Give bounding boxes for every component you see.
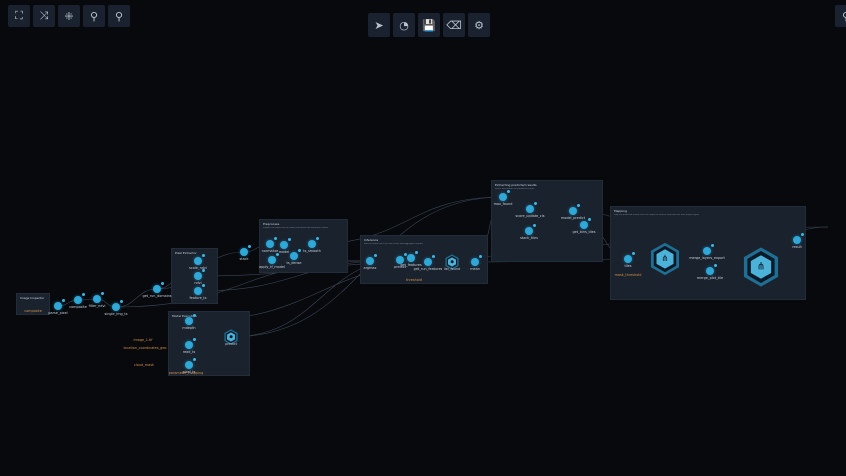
group-title: Preprocess bbox=[263, 222, 280, 226]
graph-node[interactable] bbox=[308, 237, 319, 248]
graph-node[interactable] bbox=[185, 358, 196, 369]
cube-icon: ⬢ bbox=[447, 257, 457, 267]
group-title: Pixel Extractor bbox=[175, 251, 197, 255]
node-label: ndvi bbox=[194, 281, 202, 285]
node-label: ts_dense bbox=[286, 261, 302, 265]
graph-node[interactable] bbox=[153, 282, 164, 293]
group-title: Inference bbox=[364, 238, 379, 242]
node-label: feature_ts bbox=[189, 296, 207, 300]
node-label: apply_tf_model bbox=[259, 265, 285, 269]
node-label: filter_ndvi bbox=[88, 304, 106, 308]
graph-node[interactable] bbox=[194, 284, 205, 295]
node-label: get_run_domains bbox=[142, 294, 172, 298]
group-description: Prepare the inputs for the model executi… bbox=[263, 227, 328, 229]
node-label: single_img_ts bbox=[104, 312, 128, 316]
graph-node[interactable] bbox=[569, 204, 580, 215]
graph-node[interactable] bbox=[624, 252, 635, 263]
graph-node[interactable] bbox=[112, 300, 123, 311]
parameter-input[interactable]: location_coordinates_geo bbox=[123, 346, 166, 350]
node-label: score_update_cls bbox=[515, 214, 545, 218]
group-description: Run the model over the time series and a… bbox=[364, 243, 423, 245]
node-label: mdepth bbox=[182, 326, 196, 330]
group-title: Extracting predicted results bbox=[495, 183, 537, 187]
graph-node[interactable] bbox=[706, 264, 717, 275]
graph-node[interactable] bbox=[185, 338, 196, 349]
graph-node[interactable] bbox=[290, 249, 301, 260]
node-label: model_predict bbox=[560, 216, 586, 220]
graph-node[interactable] bbox=[74, 293, 85, 304]
cube-icon: ⬢ bbox=[226, 332, 236, 342]
group-description: Map the predicted results over the regio… bbox=[614, 214, 700, 216]
node-label: merge_layers_export bbox=[689, 256, 725, 260]
graph-node[interactable] bbox=[266, 237, 277, 248]
graph-node[interactable] bbox=[580, 218, 591, 229]
node-label: merge_plot_tile bbox=[696, 276, 724, 280]
node-label: read_ts bbox=[182, 350, 196, 354]
graph-node[interactable] bbox=[366, 254, 377, 265]
node-label: stack_tiles bbox=[520, 236, 538, 240]
parameter-input[interactable]: cloud_mask bbox=[134, 363, 154, 367]
model-icon: ⋔ bbox=[656, 249, 674, 269]
parameter-input[interactable]: mask_threshold bbox=[615, 273, 642, 277]
graph-node[interactable] bbox=[471, 255, 482, 266]
parameter-input[interactable]: image_1.tif bbox=[134, 338, 153, 342]
graph-node[interactable] bbox=[280, 238, 291, 249]
node-label: list_found bbox=[443, 267, 461, 271]
graph-node[interactable] bbox=[194, 269, 205, 280]
graph-node[interactable] bbox=[424, 255, 435, 266]
node-label: tiles bbox=[624, 264, 632, 268]
graph-node[interactable] bbox=[240, 245, 251, 256]
node-label: get_bins_tiles bbox=[572, 230, 596, 234]
graph-node[interactable] bbox=[499, 190, 510, 201]
graph-node[interactable] bbox=[526, 202, 537, 213]
edge bbox=[115, 288, 158, 308]
graph-node[interactable] bbox=[185, 314, 196, 325]
group-title: Mapping bbox=[614, 209, 627, 213]
node-label: stack bbox=[239, 257, 249, 261]
group-title: Image Inspector bbox=[20, 296, 45, 300]
graph-node[interactable] bbox=[54, 299, 65, 310]
parameter-input[interactable]: threshold bbox=[406, 278, 422, 282]
graph-node[interactable] bbox=[194, 254, 205, 265]
node-label: result bbox=[792, 245, 802, 249]
model-icon: ⋔ bbox=[750, 255, 772, 279]
node-label: argmax bbox=[363, 266, 377, 270]
node-label: model bbox=[278, 250, 290, 254]
node-label: max_found bbox=[493, 202, 513, 206]
node-label: get_run_features bbox=[413, 267, 443, 271]
graph-node[interactable] bbox=[793, 233, 804, 244]
node-label: mean bbox=[470, 267, 480, 271]
node-label: predict bbox=[225, 342, 237, 346]
node-label: ts_smooth bbox=[303, 249, 321, 253]
node-label: composite bbox=[69, 305, 87, 309]
graph-node[interactable] bbox=[525, 224, 536, 235]
parameter-input[interactable]: parameter_mapping bbox=[169, 371, 204, 375]
node-label: parse_pixel bbox=[48, 311, 68, 315]
graph-node[interactable] bbox=[268, 253, 279, 264]
graph-node[interactable] bbox=[93, 292, 104, 303]
graph-node[interactable] bbox=[407, 251, 418, 262]
parameter-input[interactable]: composite bbox=[24, 309, 42, 313]
node-group[interactable]: Model Execution bbox=[168, 311, 250, 376]
group-description: Select and format the predicted results bbox=[495, 188, 535, 190]
graph-node[interactable] bbox=[703, 244, 714, 255]
